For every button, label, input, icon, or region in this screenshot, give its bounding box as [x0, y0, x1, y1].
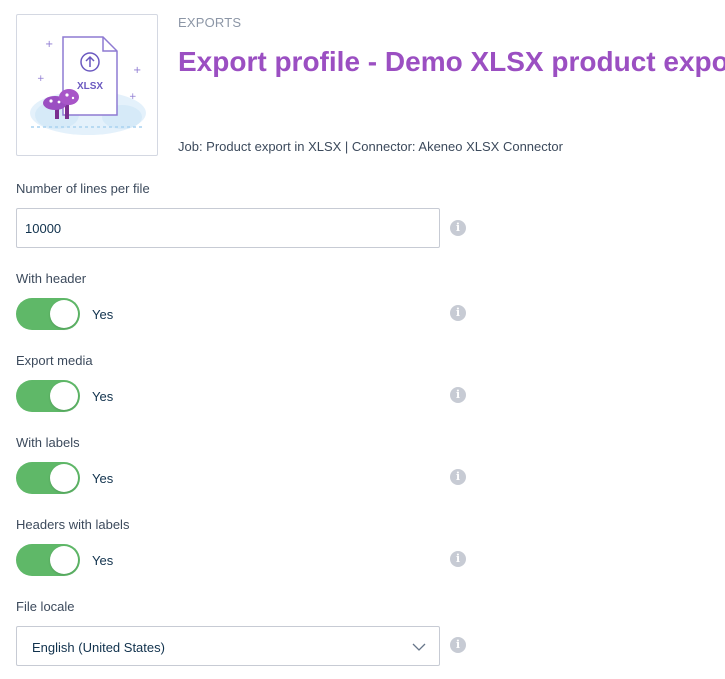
headers-with-labels-toggle[interactable]: [16, 544, 80, 576]
export-media-label: Export media: [16, 353, 93, 368]
info-icon[interactable]: i: [450, 220, 466, 236]
file-locale-label: File locale: [16, 599, 75, 614]
toggle-knob: [50, 546, 78, 574]
info-icon[interactable]: i: [450, 305, 466, 321]
export-media-state: Yes: [92, 389, 114, 404]
xlsx-file-illustration-icon: XLSX + + + +: [30, 36, 146, 135]
svg-text:+: +: [129, 92, 137, 102]
chevron-down-icon: [412, 643, 426, 651]
headers-with-labels-state: Yes: [92, 553, 114, 568]
job-connector-info: Job: Product export in XLSX | Connector:…: [178, 139, 563, 154]
file-locale-value: English (United States): [32, 640, 165, 655]
breadcrumb[interactable]: EXPORTS: [178, 15, 241, 30]
lines-per-file-input[interactable]: [16, 208, 440, 248]
with-header-label: With header: [16, 271, 87, 286]
illustration-label: XLSX: [77, 81, 103, 92]
export-illustration: XLSX + + + +: [16, 14, 158, 156]
info-icon[interactable]: i: [450, 387, 466, 403]
with-labels-toggle[interactable]: [16, 462, 80, 494]
with-labels-label: With labels: [16, 435, 80, 450]
with-header-toggle[interactable]: [16, 298, 80, 330]
page-title: Export profile - Demo XLSX product expor…: [178, 46, 725, 77]
info-icon[interactable]: i: [450, 469, 466, 485]
export-media-toggle[interactable]: [16, 380, 80, 412]
file-locale-select[interactable]: English (United States): [16, 626, 440, 666]
svg-text:+: +: [133, 65, 141, 76]
with-labels-state: Yes: [92, 471, 114, 486]
svg-text:+: +: [45, 39, 53, 50]
lines-per-file-label: Number of lines per file: [16, 181, 150, 196]
headers-with-labels-label: Headers with labels: [16, 517, 130, 532]
toggle-knob: [50, 464, 78, 492]
export-profile-page: XLSX + + + + EXPORTS Export profile - De…: [0, 0, 725, 679]
info-icon[interactable]: i: [450, 637, 466, 653]
with-header-state: Yes: [92, 307, 114, 322]
info-icon[interactable]: i: [450, 551, 466, 567]
svg-text:+: +: [37, 74, 45, 84]
toggle-knob: [50, 382, 78, 410]
toggle-knob: [50, 300, 78, 328]
